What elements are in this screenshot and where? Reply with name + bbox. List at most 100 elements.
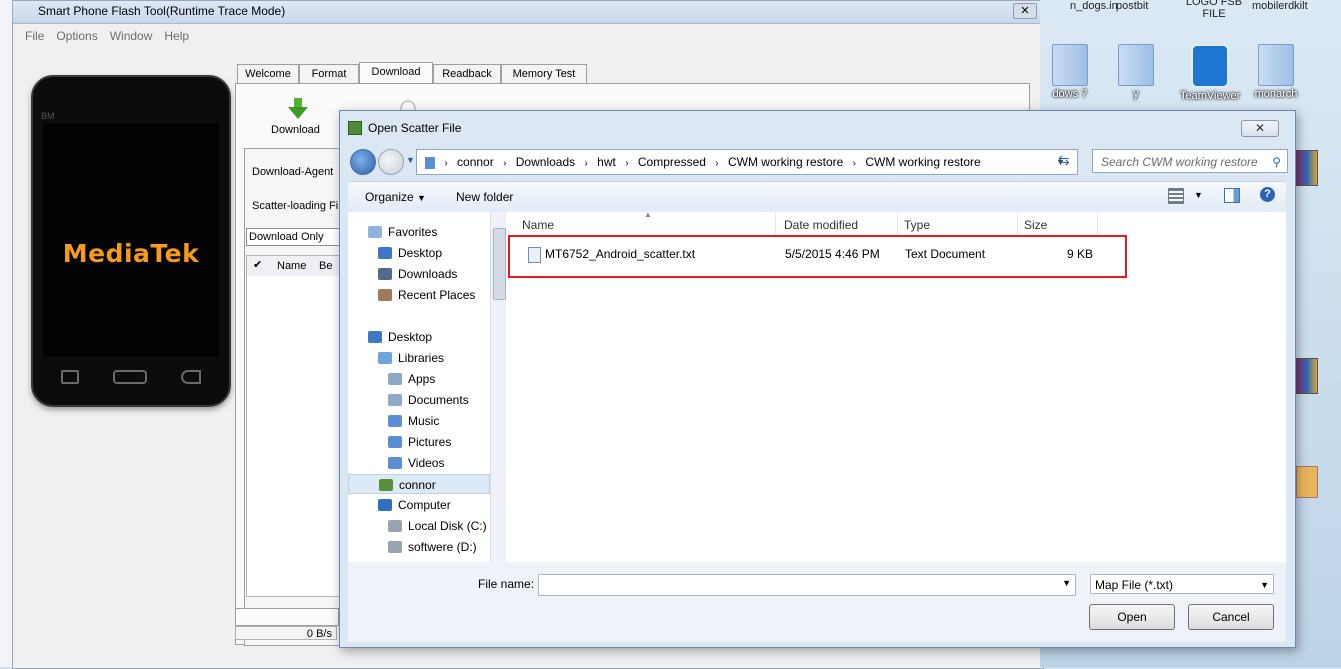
breadcrumb-item[interactable]: CWM working restore xyxy=(865,155,980,169)
brand-logo: MediaTek xyxy=(62,239,200,268)
nav-local-disk-c[interactable]: Local Disk (C:) xyxy=(348,516,490,536)
chevron-down-icon[interactable]: ▼ xyxy=(1194,190,1203,200)
breadcrumb-item[interactable]: CWM working restore xyxy=(728,155,843,169)
nav-videos[interactable]: Videos xyxy=(348,453,490,473)
close-button[interactable]: ✕ xyxy=(1013,3,1037,19)
desktop-icon-windows7[interactable]: dows 7 xyxy=(1040,44,1100,100)
folder-icon xyxy=(1258,44,1294,86)
tab-readback[interactable]: Readback xyxy=(433,64,501,83)
nav-apps[interactable]: Apps xyxy=(348,369,490,389)
desktop-label-top: postbit xyxy=(1116,0,1149,12)
chevron-down-icon: ▼ xyxy=(417,193,426,203)
scatter-loading-label: Scatter-loading Fil xyxy=(252,200,341,212)
nav-libraries[interactable]: Libraries xyxy=(348,348,490,368)
dialog-app-icon xyxy=(348,121,362,135)
libraries-icon xyxy=(378,352,392,364)
open-button[interactable]: Open xyxy=(1089,604,1175,630)
cancel-button[interactable]: Cancel xyxy=(1188,604,1274,630)
organize-label: Organize xyxy=(365,190,414,204)
navigation-row: ▼ › connor › Downloads › hwt › Compresse… xyxy=(348,147,1288,177)
desktop-icon-y[interactable]: y xyxy=(1106,44,1166,100)
check-all-icon[interactable]: ✔ xyxy=(253,258,262,271)
nav-label: Downloads xyxy=(398,267,458,281)
recent-locations-icon[interactable]: ▼ xyxy=(406,155,415,165)
phone-illustration: BM MediaTek xyxy=(31,75,231,407)
nav-desktop-fav[interactable]: Desktop xyxy=(348,243,490,263)
mode-select[interactable]: Download Only xyxy=(246,228,346,246)
breadcrumb-item[interactable]: connor xyxy=(457,155,494,169)
col-begin: Be xyxy=(319,260,333,272)
forward-arrow-icon[interactable] xyxy=(378,149,404,175)
breadcrumb-item[interactable]: Downloads xyxy=(516,155,575,169)
breadcrumb-separator-icon: › xyxy=(444,158,448,169)
menu-options[interactable]: Options xyxy=(56,29,97,43)
nav-downloads[interactable]: Downloads xyxy=(348,264,490,284)
col-header-date[interactable]: Date modified xyxy=(778,212,898,236)
view-options-icon[interactable] xyxy=(1168,188,1184,204)
back-arrow-icon[interactable] xyxy=(350,149,376,175)
tab-format[interactable]: Format xyxy=(299,64,359,83)
nav-desktop[interactable]: Desktop xyxy=(348,327,490,347)
nav-label: Computer xyxy=(398,498,451,512)
preview-pane-icon[interactable] xyxy=(1224,188,1240,203)
home-key-icon xyxy=(113,370,147,384)
download-arrow-icon[interactable] xyxy=(288,98,308,123)
chevron-down-icon[interactable]: ▼ xyxy=(1062,578,1071,588)
breadcrumb-separator-icon: › xyxy=(503,158,507,169)
menu-window[interactable]: Window xyxy=(110,29,153,43)
col-header-size[interactable]: Size xyxy=(1018,212,1098,236)
nav-favorites[interactable]: Favorites xyxy=(348,222,490,242)
download-button[interactable]: Download xyxy=(271,124,320,136)
desktop-icon-teamviewer[interactable]: TeamViewer xyxy=(1180,44,1240,102)
nav-label: Pictures xyxy=(408,435,452,449)
help-icon[interactable]: ? xyxy=(1260,187,1275,202)
tab-download[interactable]: Download xyxy=(359,62,433,84)
menu-file[interactable]: File xyxy=(25,29,44,43)
desktop-icon-label: dows 7 xyxy=(1052,88,1088,100)
nav-music[interactable]: Music xyxy=(348,411,490,431)
dialog-bottom: File name: ▼ Map File (*.txt) ▼ Open Can… xyxy=(348,562,1286,642)
search-icon[interactable]: ⚲ xyxy=(1272,150,1281,174)
nav-label: Local Disk (C:) xyxy=(408,519,487,533)
nav-label: connor xyxy=(399,478,436,492)
image-file-icon[interactable] xyxy=(1296,466,1318,498)
nav-label: Desktop xyxy=(398,246,443,260)
new-folder-button[interactable]: New folder xyxy=(456,190,513,204)
nav-documents[interactable]: Documents xyxy=(348,390,490,410)
search-input[interactable]: Search CWM working restore ⚲ xyxy=(1092,149,1288,173)
drive-icon xyxy=(388,541,402,553)
col-name: Name xyxy=(277,260,307,272)
computer-icon xyxy=(378,499,392,511)
nav-computer[interactable]: Computer xyxy=(348,495,490,515)
col-header-type[interactable]: Type xyxy=(898,212,1018,236)
scrollbar-thumb[interactable] xyxy=(493,228,506,300)
nav-pictures[interactable]: Pictures xyxy=(348,432,490,452)
nav-user-connor[interactable]: connor xyxy=(348,474,490,494)
col-header-name[interactable]: Name xyxy=(506,212,776,236)
tab-welcome[interactable]: Welcome xyxy=(237,64,299,83)
desktop-icon-label: y xyxy=(1133,88,1139,100)
title-bar: Smart Phone Flash Tool(Runtime Trace Mod… xyxy=(13,1,1043,24)
nav-scrollbar[interactable] xyxy=(490,212,507,562)
desktop-label-top: LOGO FSB FILE xyxy=(1185,0,1243,20)
breadcrumb-separator-icon: › xyxy=(715,158,719,169)
file-name-input[interactable]: ▼ xyxy=(538,574,1076,596)
organize-button[interactable]: Organize ▼ xyxy=(365,190,426,204)
menu-bar: File Options Window Help xyxy=(13,29,1043,49)
menu-help[interactable]: Help xyxy=(164,29,189,43)
nav-recent-places[interactable]: Recent Places xyxy=(348,285,490,305)
breadcrumb-item[interactable]: Compressed xyxy=(638,155,706,169)
partition-grid[interactable] xyxy=(246,276,344,597)
nav-softwere-d[interactable]: softwere (D:) xyxy=(348,537,490,557)
refresh-icon[interactable]: ⇆ xyxy=(1058,152,1070,169)
phone-screen: MediaTek xyxy=(43,123,219,357)
highlight-annotation xyxy=(508,235,1127,278)
address-bar[interactable]: › connor › Downloads › hwt › Compressed … xyxy=(416,149,1078,175)
dialog-close-button[interactable]: ✕ xyxy=(1241,120,1279,137)
breadcrumb-item[interactable]: hwt xyxy=(597,155,616,169)
tab-memory-test[interactable]: Memory Test xyxy=(501,64,587,83)
rar-archive-icon[interactable] xyxy=(1296,150,1318,186)
desktop-icon-monarch[interactable]: monarch xyxy=(1246,44,1306,100)
rar-archive-icon[interactable] xyxy=(1296,358,1318,394)
file-type-select[interactable]: Map File (*.txt) ▼ xyxy=(1090,574,1274,594)
